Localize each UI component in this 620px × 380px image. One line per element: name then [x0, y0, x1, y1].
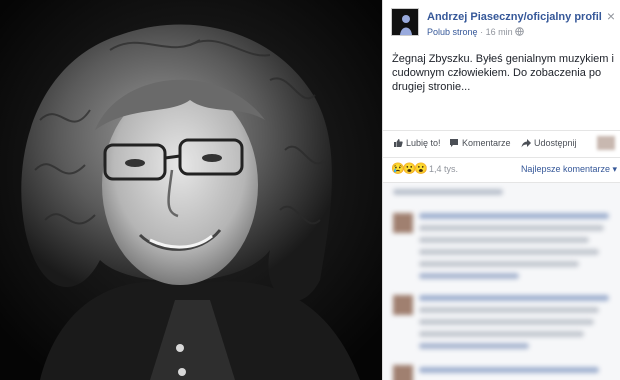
- like-label: Lubię to!: [406, 138, 441, 148]
- action-bar: Lubię to! Komentarze Udostępnij: [383, 130, 620, 158]
- page-avatar[interactable]: [391, 8, 419, 36]
- comment-line: [419, 225, 604, 231]
- comment-label: Komentarze: [462, 138, 511, 148]
- comment-avatar: [393, 365, 413, 380]
- comment-line: [419, 213, 609, 219]
- post-time[interactable]: 16 min: [486, 27, 513, 37]
- comment-button[interactable]: Komentarze: [449, 138, 511, 148]
- page-name-link[interactable]: Andrzej Piaseczny/oficjalny profil: [427, 11, 602, 23]
- share-icon: [521, 139, 531, 148]
- comment-line: [419, 237, 589, 243]
- like-page-link[interactable]: Polub stronę: [427, 27, 478, 37]
- post-panel: Andrzej Piaseczny/oficjalny profil Polub…: [382, 0, 620, 380]
- comment-avatar: [393, 213, 413, 233]
- comment-line: [419, 331, 584, 337]
- comment-line: [419, 261, 579, 267]
- post-message: Żegnaj Zbyszku. Byłeś genialnym muzykiem…: [392, 53, 614, 93]
- like-icon: [394, 139, 403, 147]
- comment-line: [419, 249, 599, 255]
- comment-line: [419, 307, 599, 313]
- share-label: Udostępnij: [534, 138, 577, 148]
- comment-line: [419, 273, 519, 279]
- globe-icon: [515, 27, 524, 36]
- comments-sort-dropdown[interactable]: Najlepsze komentarze ▾: [521, 164, 617, 175]
- comment-line: [419, 319, 594, 325]
- comment-line: [419, 343, 529, 349]
- post-header: Andrzej Piaseczny/oficjalny profil Polub…: [391, 8, 617, 44]
- close-icon[interactable]: ×: [607, 8, 615, 24]
- share-button[interactable]: Udostępnij: [521, 138, 577, 148]
- comments-section: [383, 182, 620, 380]
- meta-separator: ·: [480, 27, 484, 37]
- comment-icon: [450, 139, 458, 147]
- avatar-image: [392, 9, 418, 35]
- post-photo[interactable]: [0, 0, 382, 380]
- reaction-count[interactable]: 1,4 tys.: [429, 164, 458, 174]
- comment-line: [393, 189, 503, 195]
- portrait-image: [0, 0, 382, 380]
- reactions-row: 😢😮😮 1,4 tys. Najlepsze komentarze ▾: [391, 162, 617, 178]
- reaction-emojis[interactable]: 😢😮😮: [391, 162, 428, 175]
- comment-line: [419, 295, 609, 301]
- comment-line: [419, 367, 599, 373]
- post-meta: Polub stronę · 16 min: [427, 27, 524, 37]
- like-button[interactable]: Lubię to!: [393, 138, 441, 148]
- comment-avatar: [393, 295, 413, 315]
- viewer-avatar[interactable]: [597, 136, 615, 150]
